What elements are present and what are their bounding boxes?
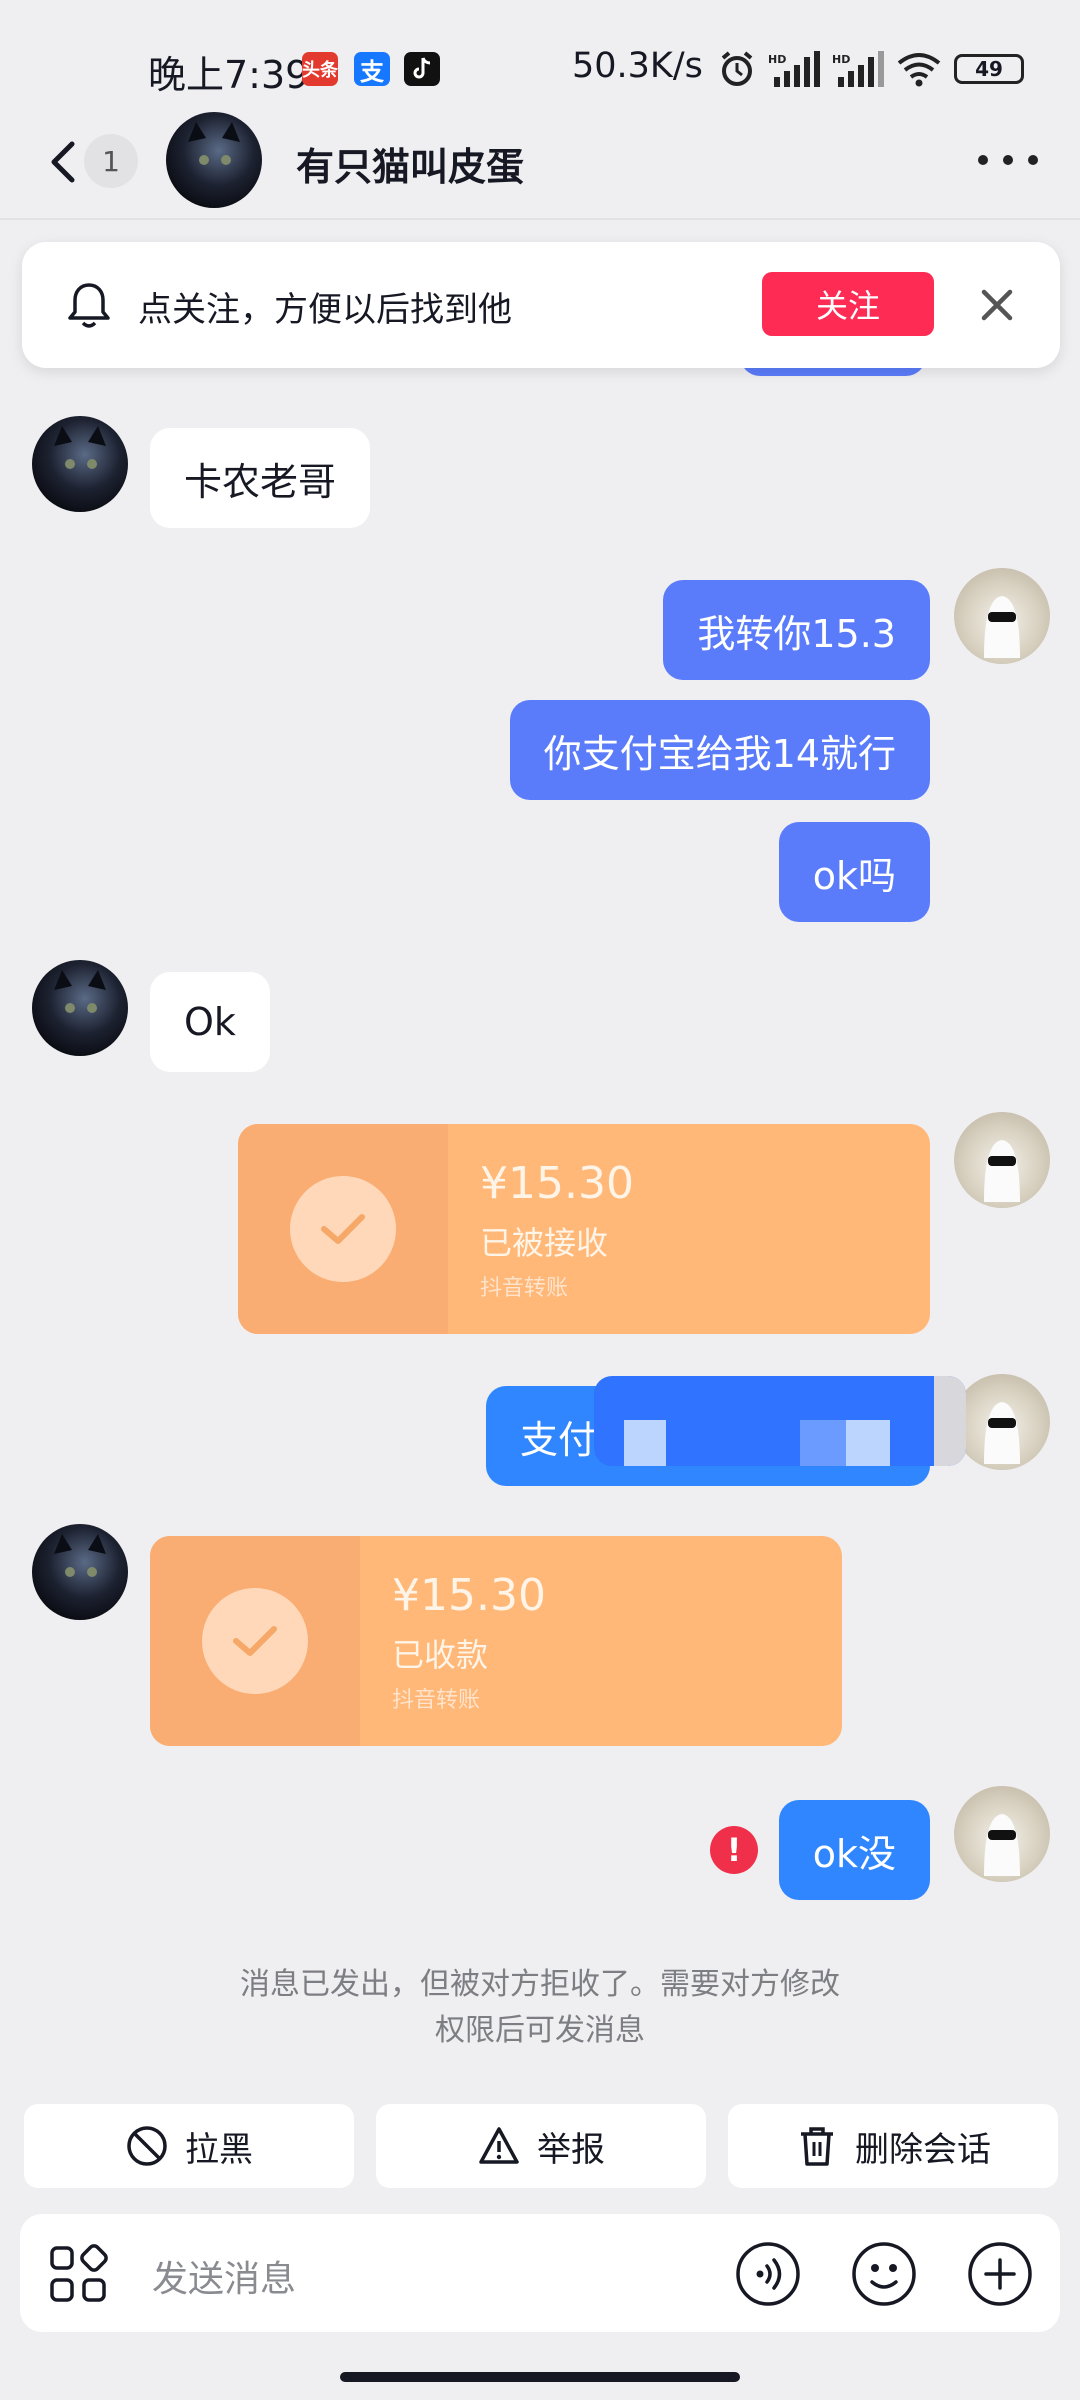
message-bubble-outgoing[interactable]: 你支付宝给我14就行 bbox=[509, 700, 930, 800]
report-button[interactable]: 举报 bbox=[376, 2104, 706, 2188]
contact-avatar[interactable] bbox=[32, 960, 128, 1056]
transfer-status: 已收款 bbox=[392, 1636, 489, 1674]
transfer-amount: ¥15.30 bbox=[392, 1570, 546, 1621]
report-label: 举报 bbox=[537, 2129, 605, 2170]
back-arrow-icon[interactable] bbox=[44, 140, 84, 184]
transfer-card-received[interactable]: ¥15.30 已收款 抖音转账 bbox=[150, 1536, 842, 1746]
my-avatar[interactable] bbox=[954, 1786, 1050, 1882]
unread-count-badge[interactable]: 1 bbox=[84, 134, 138, 188]
trash-icon bbox=[801, 2127, 833, 2166]
delete-chat-button[interactable]: 删除会话 bbox=[728, 2104, 1058, 2188]
voice-icon[interactable] bbox=[734, 2240, 802, 2308]
block-label: 拉黑 bbox=[185, 2129, 253, 2170]
message-bubble-outgoing[interactable]: 我转你15.3 bbox=[663, 580, 930, 680]
bell-icon bbox=[68, 283, 110, 328]
status-icons: HD HD 49 bbox=[718, 50, 1024, 88]
emoji-icon[interactable] bbox=[850, 2240, 918, 2308]
contact-avatar[interactable] bbox=[166, 112, 262, 208]
alipay-icon: 支 bbox=[354, 52, 390, 86]
my-avatar[interactable] bbox=[954, 568, 1050, 664]
delete-chat-label: 删除会话 bbox=[855, 2129, 991, 2170]
network-speed: 50.3K/s bbox=[572, 46, 703, 86]
signal-hd-icon: HD bbox=[832, 51, 884, 87]
close-icon[interactable] bbox=[976, 284, 1018, 326]
transfer-amount: ¥15.30 bbox=[480, 1158, 634, 1209]
rejection-notice-line: 权限后可发消息 bbox=[435, 2013, 645, 2048]
follow-button[interactable]: 关注 bbox=[762, 272, 934, 336]
chat-header bbox=[0, 100, 1080, 220]
message-bubble-outgoing[interactable]: ok没 bbox=[778, 1800, 930, 1900]
battery-icon: 49 bbox=[954, 54, 1024, 84]
svg-text:HD: HD bbox=[832, 53, 850, 66]
status-time: 晚上7:39 bbox=[148, 53, 310, 97]
more-options-icon[interactable] bbox=[978, 140, 1038, 180]
header-divider bbox=[0, 218, 1080, 220]
warning-icon bbox=[479, 2127, 519, 2164]
send-failed-icon[interactable]: ! bbox=[710, 1826, 758, 1874]
my-avatar[interactable] bbox=[954, 1112, 1050, 1208]
privacy-mosaic bbox=[594, 1376, 966, 1466]
block-button[interactable]: 拉黑 bbox=[24, 2104, 354, 2188]
signal-hd-icon: HD bbox=[768, 51, 820, 87]
follow-banner-text: 点关注，方便以后找到他 bbox=[138, 290, 512, 330]
apps-grid-icon[interactable] bbox=[48, 2244, 108, 2304]
message-input[interactable]: 发送消息 bbox=[152, 2250, 296, 2302]
rejection-notice: 消息已发出，但被对方拒收了。需要对方修改 权限后可发消息 bbox=[190, 1962, 890, 2054]
message-bubble-incoming[interactable]: Ok bbox=[150, 972, 270, 1072]
transfer-source: 抖音转账 bbox=[392, 1688, 481, 1713]
contact-name[interactable]: 有只猫叫皮蛋 bbox=[296, 136, 524, 191]
home-indicator[interactable] bbox=[340, 2372, 740, 2382]
contact-avatar[interactable] bbox=[32, 1524, 128, 1620]
my-avatar[interactable] bbox=[954, 1374, 1050, 1470]
transfer-status: 已被接收 bbox=[480, 1224, 609, 1262]
message-bubble-outgoing[interactable]: ok吗 bbox=[778, 822, 930, 922]
svg-text:HD: HD bbox=[768, 53, 786, 66]
block-icon bbox=[127, 2126, 167, 2166]
rejection-notice-line: 消息已发出，但被对方拒收了。需要对方修改 bbox=[240, 1967, 840, 2002]
plus-icon[interactable] bbox=[966, 2240, 1034, 2308]
wifi-icon bbox=[897, 53, 941, 87]
alarm-icon bbox=[721, 51, 753, 86]
toutiao-icon: 头条 bbox=[302, 52, 338, 86]
contact-avatar[interactable] bbox=[32, 416, 128, 512]
check-icon bbox=[290, 1176, 396, 1282]
check-icon bbox=[202, 1588, 308, 1694]
transfer-source: 抖音转账 bbox=[480, 1276, 569, 1301]
transfer-card-sent[interactable]: ¥15.30 已被接收 抖音转账 bbox=[238, 1124, 930, 1334]
message-bubble-incoming[interactable]: 卡农老哥 bbox=[150, 428, 371, 528]
tiktok-icon bbox=[404, 52, 440, 86]
